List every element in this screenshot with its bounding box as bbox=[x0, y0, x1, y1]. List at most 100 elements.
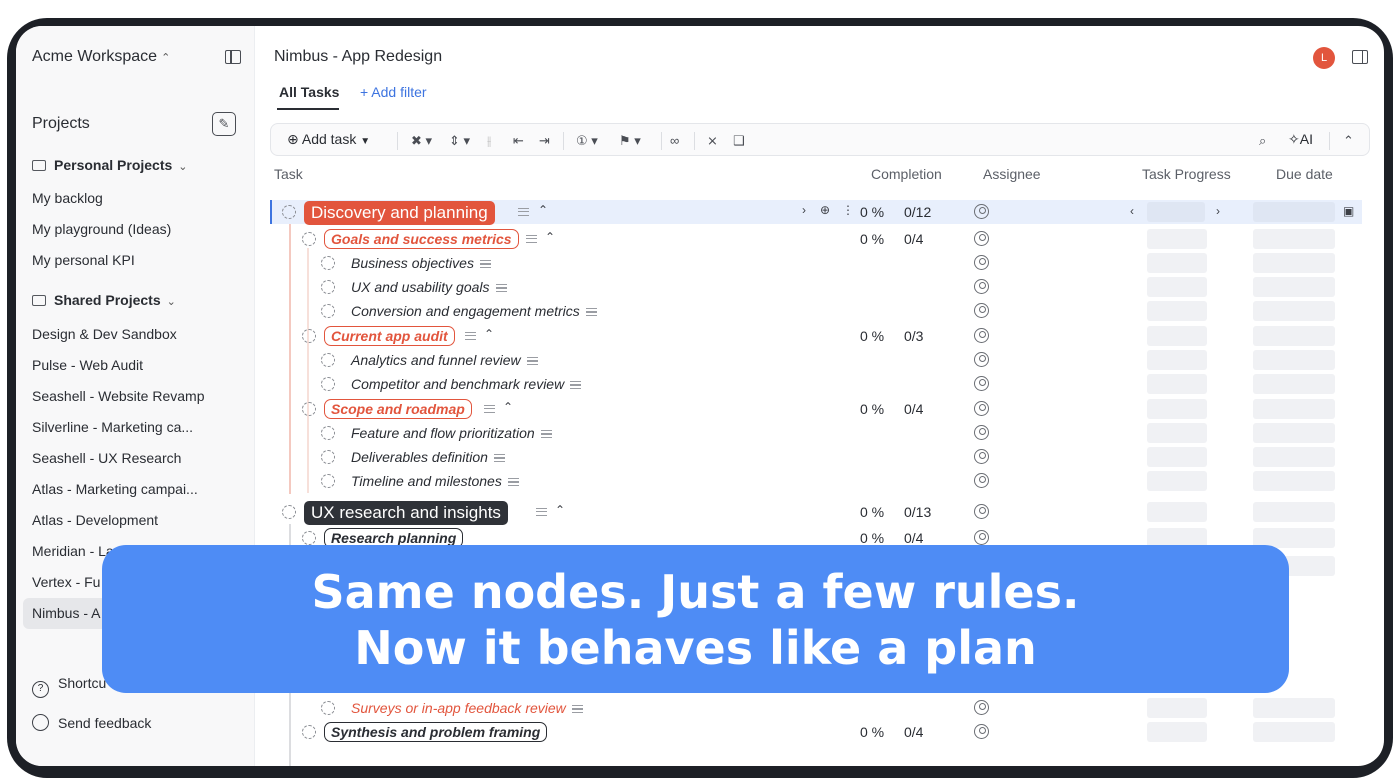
notes-icon[interactable] bbox=[493, 454, 505, 463]
group-shared-projects[interactable]: Shared Projects ⌄ bbox=[32, 292, 176, 308]
notes-icon[interactable] bbox=[526, 235, 537, 243]
sidebar-item[interactable]: Design & Dev Sandbox bbox=[32, 326, 177, 342]
notes-icon[interactable] bbox=[585, 308, 597, 317]
assignee-icon[interactable] bbox=[974, 231, 989, 246]
assignee-icon[interactable] bbox=[974, 328, 989, 343]
task-label[interactable]: Surveys or in-app feedback review bbox=[351, 700, 583, 716]
sidebar-item[interactable]: Meridian - La bbox=[32, 543, 114, 559]
assignee-icon[interactable] bbox=[974, 504, 989, 519]
column-task-progress[interactable]: Task Progress bbox=[1142, 166, 1231, 182]
assignee-icon[interactable] bbox=[974, 376, 989, 391]
expand-icon[interactable]: ⇕ ▾ bbox=[449, 133, 470, 149]
status-circle-icon[interactable] bbox=[302, 232, 316, 246]
notes-icon[interactable] bbox=[465, 332, 476, 340]
task-row[interactable]: Timeline and milestones bbox=[270, 469, 1362, 493]
tab-all-tasks[interactable]: All Tasks bbox=[279, 84, 339, 100]
chevron-up-icon[interactable]: ⌃ bbox=[555, 503, 565, 517]
collapse-icon[interactable]: ✖ ▾ bbox=[411, 133, 432, 149]
task-label[interactable]: Conversion and engagement metrics bbox=[351, 303, 597, 319]
priority-icon[interactable]: ① ▾ bbox=[576, 133, 598, 149]
assignee-icon[interactable] bbox=[974, 303, 989, 318]
new-project-button[interactable]: ✎ bbox=[212, 112, 236, 136]
task-row[interactable]: Goals and success metrics ⌃ 0 % 0/4 bbox=[270, 227, 1362, 251]
status-circle-icon[interactable] bbox=[321, 450, 335, 464]
task-label[interactable]: Business objectives bbox=[351, 255, 491, 271]
sidebar-toggle-icon[interactable] bbox=[225, 50, 241, 64]
assignee-icon[interactable] bbox=[974, 724, 989, 739]
task-label[interactable]: Goals and success metrics bbox=[324, 229, 519, 249]
notes-icon[interactable] bbox=[507, 478, 519, 487]
link-icon[interactable]: ∞ bbox=[670, 133, 679, 148]
status-circle-icon[interactable] bbox=[302, 725, 316, 739]
task-row[interactable]: Deliverables definition bbox=[270, 445, 1362, 469]
avatar[interactable]: L bbox=[1313, 47, 1335, 69]
sidebar-item[interactable]: My playground (Ideas) bbox=[32, 221, 171, 237]
send-feedback-link[interactable]: Send feedback bbox=[32, 714, 151, 731]
task-label[interactable]: Competitor and benchmark review bbox=[351, 376, 582, 392]
task-row[interactable]: UX research and insights ⌃ 0 % 0/13 bbox=[270, 500, 1362, 525]
assignee-icon[interactable] bbox=[974, 204, 989, 219]
notes-icon[interactable] bbox=[518, 208, 529, 216]
notes-icon[interactable] bbox=[495, 284, 507, 293]
sidebar-item-active[interactable]: Nimbus - A bbox=[32, 605, 100, 621]
status-circle-icon[interactable] bbox=[321, 256, 335, 270]
sidebar-item[interactable]: Seashell - UX Research bbox=[32, 450, 181, 466]
task-label[interactable]: Deliverables definition bbox=[351, 449, 505, 465]
task-label[interactable]: Scope and roadmap bbox=[324, 399, 472, 419]
chevron-right-icon[interactable]: › bbox=[1216, 204, 1220, 218]
task-row[interactable]: Analytics and funnel review bbox=[270, 348, 1362, 372]
status-circle-icon[interactable] bbox=[321, 304, 335, 318]
task-label[interactable]: Feature and flow prioritization bbox=[351, 425, 552, 441]
status-circle-icon[interactable] bbox=[302, 402, 316, 416]
assignee-icon[interactable] bbox=[974, 425, 989, 440]
workspace-switcher[interactable]: Acme Workspace ⌃ bbox=[32, 48, 170, 66]
add-subtask-icon[interactable]: ⊕ bbox=[820, 203, 830, 217]
assignee-icon[interactable] bbox=[974, 401, 989, 416]
column-assignee[interactable]: Assignee bbox=[983, 166, 1041, 182]
task-label[interactable]: Synthesis and problem framing bbox=[324, 722, 548, 742]
subtask-icon[interactable]: ⫲ bbox=[487, 133, 491, 149]
task-label[interactable]: UX research and insights bbox=[304, 501, 508, 525]
chevron-right-icon[interactable]: › bbox=[802, 203, 806, 217]
assignee-icon[interactable] bbox=[974, 255, 989, 270]
task-row[interactable]: Competitor and benchmark review bbox=[270, 372, 1362, 396]
notes-icon[interactable] bbox=[536, 508, 547, 516]
column-due-date[interactable]: Due date bbox=[1276, 166, 1333, 182]
task-row[interactable]: Feature and flow prioritization bbox=[270, 421, 1362, 445]
task-label[interactable]: Discovery and planning bbox=[304, 201, 495, 225]
chevron-up-icon[interactable]: ⌃ bbox=[545, 230, 555, 244]
shortcuts-link[interactable]: ? Shortcu bbox=[32, 675, 106, 698]
add-filter-button[interactable]: + Add filter bbox=[360, 84, 427, 100]
notes-icon[interactable] bbox=[571, 705, 583, 714]
trash-icon[interactable]: ❑ bbox=[733, 133, 745, 149]
add-task-button[interactable]: ⊕ Add task ▼ bbox=[287, 131, 370, 148]
chevron-up-icon[interactable]: ⌃ bbox=[484, 327, 494, 341]
assignee-icon[interactable] bbox=[974, 449, 989, 464]
sidebar-item[interactable]: My personal KPI bbox=[32, 252, 135, 268]
assignee-icon[interactable] bbox=[974, 279, 989, 294]
sidebar-item[interactable]: My backlog bbox=[32, 190, 103, 206]
sidebar-item[interactable]: Atlas - Marketing campai... bbox=[32, 481, 198, 497]
status-circle-icon[interactable] bbox=[321, 377, 335, 391]
assignee-icon[interactable] bbox=[974, 473, 989, 488]
assignee-icon[interactable] bbox=[974, 352, 989, 367]
chevron-up-icon[interactable]: ⌃ bbox=[503, 400, 513, 414]
sidebar-item[interactable]: Seashell - Website Revamp bbox=[32, 388, 204, 404]
task-label[interactable]: Timeline and milestones bbox=[351, 473, 519, 489]
status-circle-icon[interactable] bbox=[321, 280, 335, 294]
task-row[interactable]: UX and usability goals bbox=[270, 275, 1362, 299]
status-circle-icon[interactable] bbox=[321, 474, 335, 488]
ai-button[interactable]: ✧AI bbox=[1288, 131, 1313, 148]
flag-icon[interactable]: ⚑ ▾ bbox=[619, 133, 641, 149]
clear-icon[interactable]: ⨯ bbox=[707, 133, 718, 149]
notes-icon[interactable] bbox=[540, 430, 552, 439]
search-icon[interactable]: ⌕ bbox=[1259, 133, 1266, 149]
notes-icon[interactable] bbox=[526, 357, 538, 366]
column-task[interactable]: Task bbox=[274, 166, 303, 182]
sidebar-item[interactable]: Silverline - Marketing ca... bbox=[32, 419, 193, 435]
task-row[interactable]: Business objectives bbox=[270, 251, 1362, 275]
task-row[interactable]: Surveys or in-app feedback review bbox=[270, 696, 1362, 720]
status-circle-icon[interactable] bbox=[282, 205, 296, 219]
column-completion[interactable]: Completion bbox=[871, 166, 942, 182]
calendar-icon[interactable]: ▣ bbox=[1343, 204, 1354, 218]
